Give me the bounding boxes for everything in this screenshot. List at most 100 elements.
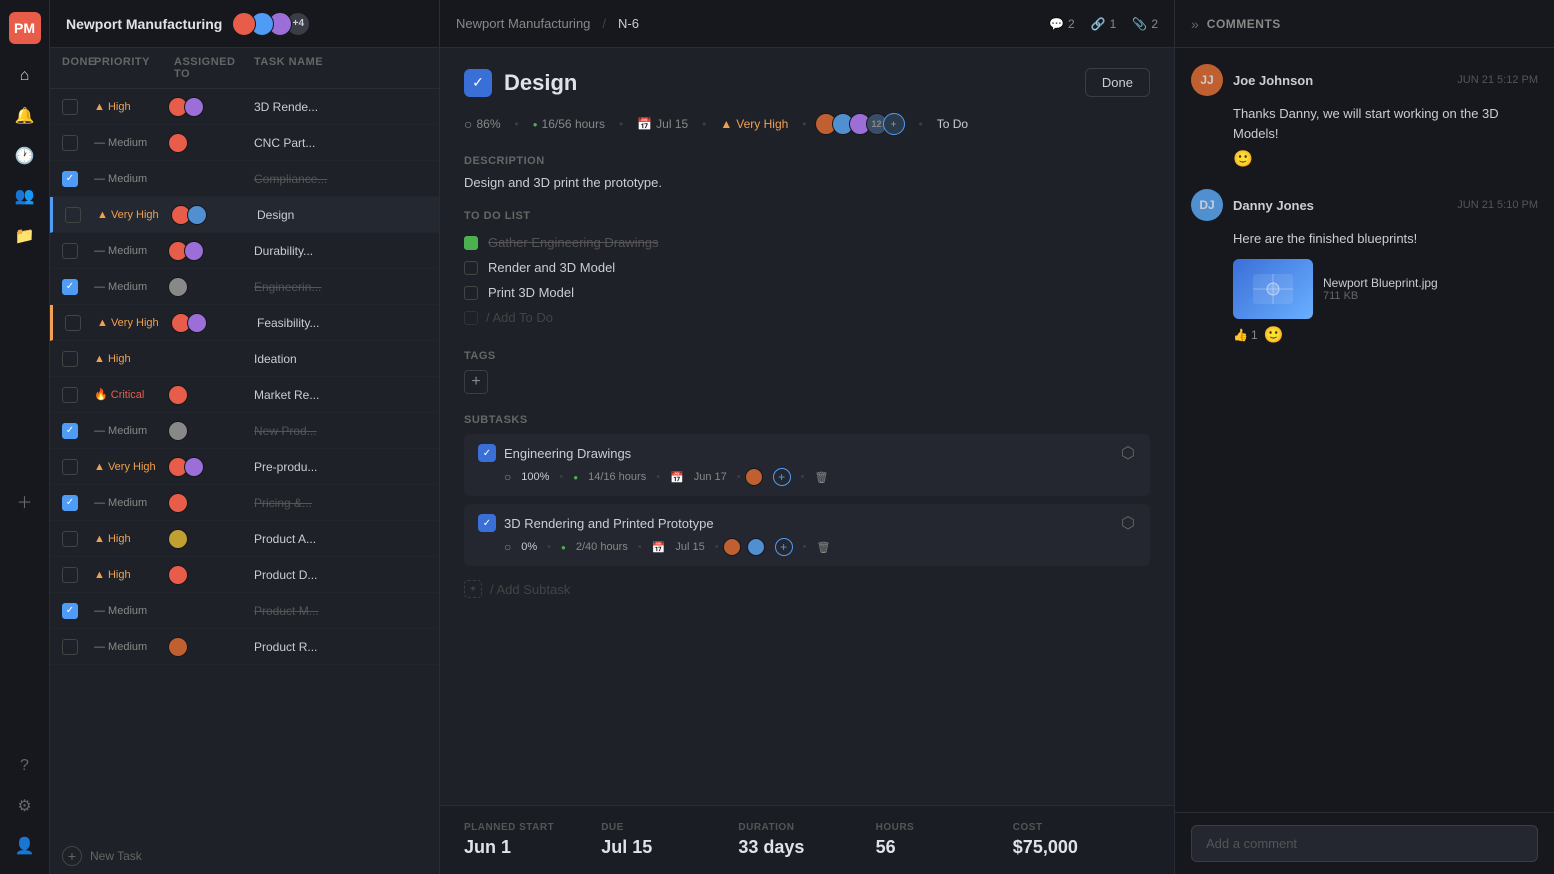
task-name: Pricing &... bbox=[254, 496, 427, 510]
sidebar-icon-folder[interactable]: 📁 bbox=[9, 220, 41, 252]
add-subtask-placeholder: / Add Subtask bbox=[490, 582, 570, 597]
table-row[interactable]: — Medium Durability... bbox=[50, 233, 439, 269]
comment-header: DJ Danny Jones JUN 21 5:10 PM bbox=[1191, 189, 1538, 221]
todo-checkbox[interactable] bbox=[464, 261, 478, 275]
subtask-external-link[interactable]: ⬡ bbox=[1120, 445, 1136, 461]
progress-value: 86% bbox=[476, 117, 500, 131]
stat-cost: COST $75,000 bbox=[1013, 822, 1150, 858]
comment-input[interactable] bbox=[1191, 825, 1538, 862]
task-checkbox[interactable]: ✓ bbox=[62, 495, 78, 511]
subtask-delete[interactable]: 🗑 bbox=[816, 541, 830, 554]
table-row[interactable]: ▲ High Product A... bbox=[50, 521, 439, 557]
priority-badge: — Medium bbox=[94, 497, 174, 509]
calendar-icon: 📅 bbox=[652, 541, 666, 554]
sidebar-icon-add[interactable]: ＋ bbox=[9, 485, 41, 517]
header-icons: 💬 2 🔗 1 📎 2 bbox=[1049, 17, 1158, 31]
task-checkbox[interactable] bbox=[62, 135, 78, 151]
add-todo-button[interactable]: / Add To Do bbox=[464, 305, 1150, 330]
table-row[interactable]: ✓ — Medium Engineerin... bbox=[50, 269, 439, 305]
table-row[interactable]: ▲ Very High Feasibility... bbox=[50, 305, 439, 341]
task-assignees bbox=[177, 313, 257, 333]
table-row[interactable]: ▲ High Ideation bbox=[50, 341, 439, 377]
comment-header: JJ Joe Johnson JUN 21 5:12 PM bbox=[1191, 64, 1538, 96]
table-row[interactable]: ✓ — Medium Pricing &... bbox=[50, 485, 439, 521]
task-checkbox[interactable] bbox=[62, 351, 78, 367]
task-checkbox[interactable] bbox=[62, 459, 78, 475]
task-assignees bbox=[174, 277, 254, 297]
sidebar-icon-home[interactable]: ⌂ bbox=[9, 60, 41, 92]
task-checkbox[interactable] bbox=[65, 207, 81, 223]
sidebar-icon-settings[interactable]: ⚙ bbox=[9, 790, 41, 822]
task-checkbox[interactable] bbox=[62, 99, 78, 115]
task-checkbox[interactable] bbox=[62, 531, 78, 547]
priority-text: Very High bbox=[736, 117, 788, 131]
new-task-button[interactable]: + New Task bbox=[50, 838, 439, 874]
subtask-item[interactable]: ✓ 3D Rendering and Printed Prototype ⬡ ○… bbox=[464, 504, 1150, 566]
hours-display: 16/56 hours bbox=[542, 117, 605, 131]
sidebar-icon-user-profile[interactable]: 👤 bbox=[9, 830, 41, 862]
table-row[interactable]: — Medium CNC Part... bbox=[50, 125, 439, 161]
subtask-item[interactable]: ✓ Engineering Drawings ⬡ ○ 100% • ● 14/1… bbox=[464, 434, 1150, 496]
subtask-title-row: ✓ Engineering Drawings ⬡ bbox=[478, 444, 1136, 462]
subtask-title-row: ✓ 3D Rendering and Printed Prototype ⬡ bbox=[478, 514, 1136, 532]
table-row[interactable]: 🔥 Critical Market Re... bbox=[50, 377, 439, 413]
todo-item[interactable]: Print 3D Model bbox=[464, 280, 1150, 305]
calendar-icon: 📅 bbox=[670, 471, 684, 484]
avatar bbox=[187, 313, 207, 333]
done-button[interactable]: Done bbox=[1085, 68, 1150, 97]
add-assignee[interactable]: + bbox=[883, 113, 905, 135]
comment-icon: 💬 bbox=[1049, 17, 1064, 31]
table-row[interactable]: ✓ — Medium Compliance... bbox=[50, 161, 439, 197]
task-checkbox[interactable]: ✓ bbox=[62, 603, 78, 619]
add-subtask-button[interactable]: + / Add Subtask bbox=[464, 574, 1150, 604]
task-checkbox[interactable] bbox=[65, 315, 81, 331]
table-row[interactable]: ✓ — Medium Product M... bbox=[50, 593, 439, 629]
emoji-reaction-button[interactable]: 🙂 bbox=[1264, 325, 1284, 345]
sidebar-icon-users[interactable]: 👥 bbox=[9, 180, 41, 212]
table-row[interactable]: ▲ High Product D... bbox=[50, 557, 439, 593]
task-name: Durability... bbox=[254, 244, 427, 258]
subtask-delete[interactable]: 🗑 bbox=[815, 471, 829, 484]
sidebar-icon-notifications[interactable]: 🔔 bbox=[9, 100, 41, 132]
table-row[interactable]: ▲ High 3D Rende... bbox=[50, 89, 439, 125]
comment-avatar: JJ bbox=[1191, 64, 1223, 96]
plus-icon: + bbox=[62, 846, 82, 866]
app-logo[interactable]: PM bbox=[9, 12, 41, 44]
task-checkbox[interactable]: ✓ bbox=[62, 279, 78, 295]
task-checkbox[interactable] bbox=[62, 243, 78, 259]
task-checkbox[interactable]: ✓ bbox=[62, 423, 78, 439]
sidebar-icon-clock[interactable]: 🕐 bbox=[9, 140, 41, 172]
emoji-reaction-button[interactable]: 🙂 bbox=[1233, 151, 1253, 168]
task-assignees bbox=[174, 493, 254, 513]
todo-item[interactable]: Gather Engineering Drawings bbox=[464, 230, 1150, 255]
table-row[interactable]: ▲ Very High Design bbox=[50, 197, 439, 233]
todo-item[interactable]: Render and 3D Model bbox=[464, 255, 1150, 280]
sidebar-icon-help[interactable]: ? bbox=[9, 750, 41, 782]
table-row[interactable]: ▲ Very High Pre-produ... bbox=[50, 449, 439, 485]
subtask-assignee bbox=[747, 538, 765, 556]
todo-checkbox[interactable] bbox=[464, 286, 478, 300]
add-subtask-assignee[interactable]: + bbox=[773, 468, 791, 486]
task-checkbox[interactable]: ✓ bbox=[62, 171, 78, 187]
add-subtask-assignee[interactable]: + bbox=[775, 538, 793, 556]
attachment-name: Newport Blueprint.jpg bbox=[1323, 276, 1438, 290]
task-assignees bbox=[174, 637, 254, 657]
avatar bbox=[168, 637, 188, 657]
subtask-external-link[interactable]: ⬡ bbox=[1120, 515, 1136, 531]
add-todo-icon bbox=[464, 311, 478, 325]
add-tag-button[interactable]: + bbox=[464, 370, 488, 394]
todo-label: TO DO LIST bbox=[464, 210, 1150, 222]
reaction-thumbsup[interactable]: 👍 1 bbox=[1233, 328, 1258, 342]
attachment-info: Newport Blueprint.jpg 711 KB bbox=[1323, 276, 1438, 302]
hours-dot: ● bbox=[561, 543, 566, 552]
table-row[interactable]: — Medium Product R... bbox=[50, 629, 439, 665]
task-name: Product R... bbox=[254, 640, 427, 654]
task-checkbox[interactable] bbox=[62, 639, 78, 655]
comment-item: DJ Danny Jones JUN 21 5:10 PM Here are t… bbox=[1191, 189, 1538, 345]
priority-badge: ▲ High bbox=[94, 101, 174, 113]
table-row[interactable]: ✓ — Medium New Prod... bbox=[50, 413, 439, 449]
task-name: Engineerin... bbox=[254, 280, 427, 294]
task-checkbox[interactable] bbox=[62, 567, 78, 583]
collapse-button[interactable]: » bbox=[1191, 16, 1199, 32]
task-checkbox[interactable] bbox=[62, 387, 78, 403]
